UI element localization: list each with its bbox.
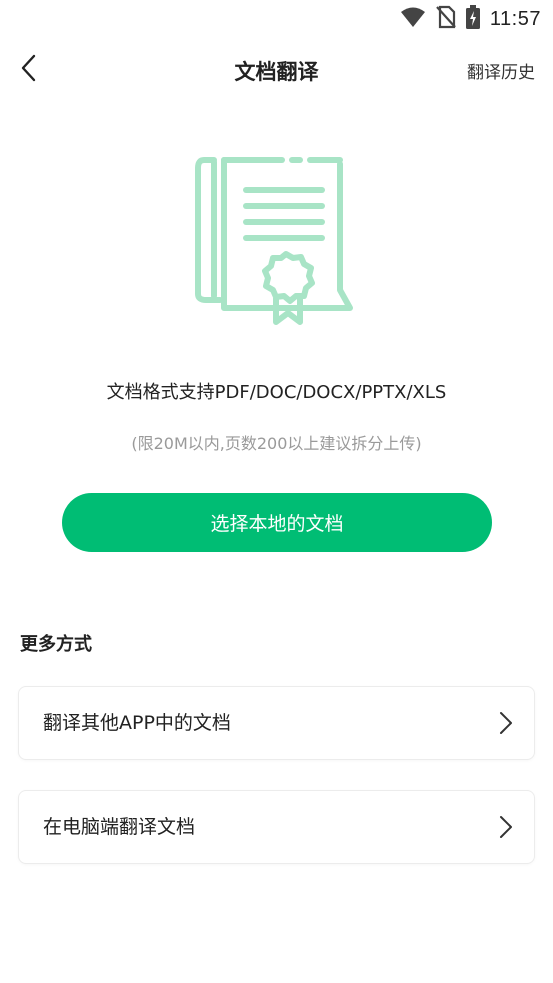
document-certificate-icon: [190, 150, 362, 330]
translate-on-pc-option[interactable]: 在电脑端翻译文档: [18, 790, 535, 864]
no-sim-icon: [436, 5, 456, 33]
option-label: 翻译其他APP中的文档: [43, 712, 231, 734]
chevron-right-icon: [498, 711, 514, 735]
option-label: 在电脑端翻译文档: [43, 816, 196, 838]
status-bar: 11:57: [0, 0, 553, 38]
select-local-document-button[interactable]: 选择本地的文档: [62, 493, 492, 552]
translation-history-button[interactable]: 翻译历史: [467, 58, 535, 83]
status-time: 11:57: [489, 7, 541, 30]
battery-charging-icon: [465, 5, 480, 33]
size-limit-text: (限20M以内,页数200以上建议拆分上传): [131, 434, 422, 453]
more-methods-title: 更多方式: [20, 634, 92, 655]
document-translate-screen: 11:57 文档翻译 翻译历史 文档格式支持PDF/DOC/DOCX/PPTX/…: [0, 0, 553, 983]
status-icons: 11:57: [400, 5, 541, 33]
header: 文档翻译 翻译历史: [0, 44, 553, 96]
wifi-icon: [400, 6, 426, 32]
supported-formats-text: 文档格式支持PDF/DOC/DOCX/PPTX/XLS: [106, 382, 447, 403]
translate-from-other-app-option[interactable]: 翻译其他APP中的文档: [18, 686, 535, 760]
chevron-right-icon: [498, 815, 514, 839]
